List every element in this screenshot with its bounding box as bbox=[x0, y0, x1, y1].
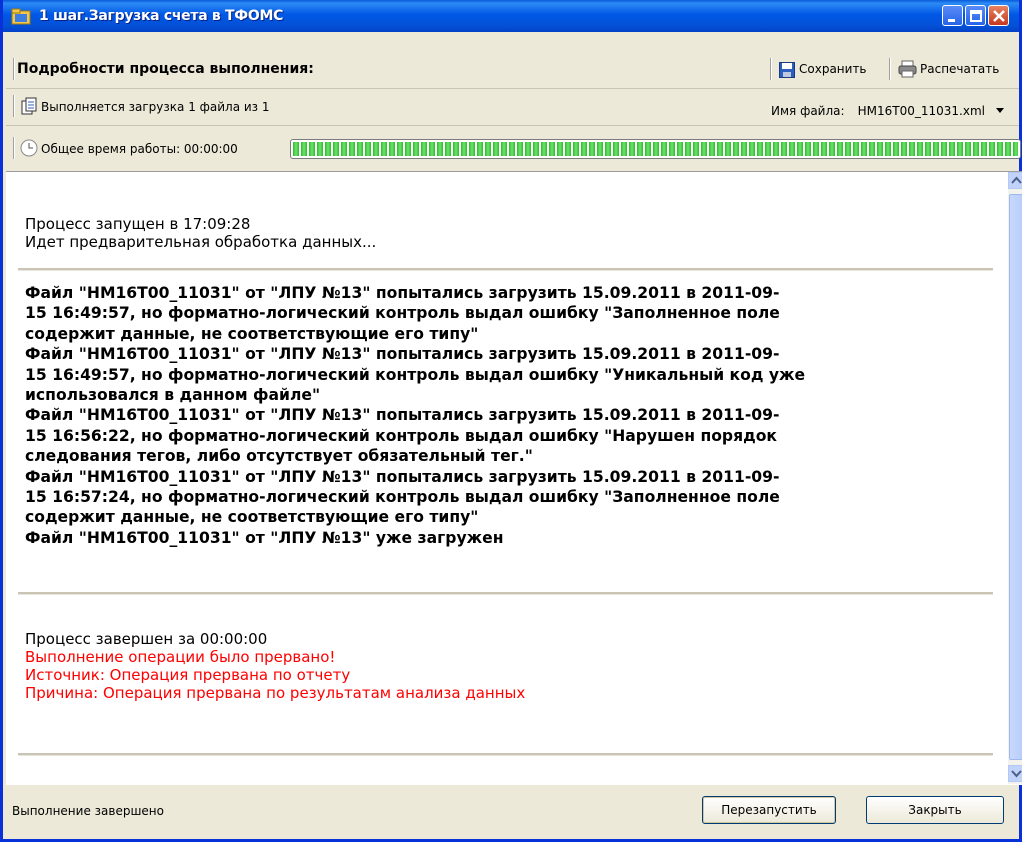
section-title: Подробности процесса выполнения: bbox=[17, 61, 314, 77]
dialog-window: 1 шаг.Загрузка счета в ТФОМС Подробности… bbox=[0, 0, 1022, 842]
close-window-button[interactable] bbox=[988, 5, 1009, 26]
divider bbox=[6, 88, 1019, 89]
floppy-disk-icon bbox=[779, 62, 795, 78]
toolbar-separator bbox=[770, 58, 772, 80]
log-error-line: содержит данные, не соответствующие его … bbox=[25, 508, 479, 527]
log-error-line: Файл "HM16T00_11031" от "ЛПУ №13" попыта… bbox=[25, 284, 780, 302]
maximize-button[interactable] bbox=[965, 5, 986, 26]
loading-status: Выполняется загрузка 1 файла из 1 bbox=[41, 100, 270, 114]
divider bbox=[6, 125, 1019, 126]
total-time: Общее время работы: 00:00:00 bbox=[41, 142, 238, 156]
log-line: Идет предварительная обработка данных... bbox=[25, 233, 377, 251]
log-error-line: следования тегов, либо отсутствует обяза… bbox=[25, 447, 533, 466]
file-name-label: Имя файла: bbox=[771, 104, 845, 118]
minimize-icon bbox=[948, 19, 955, 22]
log-separator bbox=[18, 592, 993, 595]
chevron-down-icon bbox=[1011, 770, 1022, 778]
close-icon bbox=[993, 10, 1005, 22]
save-label: Сохранить bbox=[799, 62, 867, 76]
log-error-line: Выполнение операции было прервано! bbox=[25, 648, 336, 666]
scrollbar-thumb[interactable] bbox=[1009, 194, 1022, 760]
restart-button[interactable]: Перезапустить bbox=[702, 796, 836, 824]
log-error-line: 15 16:56:22, но форматно-логический конт… bbox=[25, 426, 777, 445]
toolbar-separator bbox=[13, 95, 15, 117]
progress-fill bbox=[293, 142, 1018, 156]
log-line: Процесс запущен в 17:09:28 bbox=[25, 215, 251, 233]
progress-bar bbox=[290, 139, 1021, 159]
file-name-value: HM16T00_11031.xml bbox=[857, 104, 985, 118]
printer-icon bbox=[898, 60, 917, 78]
file-name-dropdown[interactable]: Имя файла: HM16T00_11031.xml bbox=[771, 100, 1005, 119]
clock-icon bbox=[20, 139, 38, 157]
log-error-line: Причина: Операция прервана по результата… bbox=[25, 684, 526, 702]
scroll-down-button[interactable] bbox=[1008, 765, 1022, 782]
window-app-icon bbox=[11, 8, 31, 25]
chevron-down-icon bbox=[996, 108, 1005, 113]
file-transfer-icon bbox=[21, 97, 37, 115]
log-error-line: 15 16:49:57, но форматно-логический конт… bbox=[25, 304, 780, 323]
log-error-line: Файл "HM16T00_11031" от "ЛПУ №13" уже за… bbox=[25, 528, 504, 547]
toolbar-separator bbox=[13, 137, 15, 159]
toolbar-separator bbox=[889, 58, 891, 80]
log-error-line: Файл "HM16T00_11031" от "ЛПУ №13" попыта… bbox=[25, 345, 780, 364]
log-errors-block: Файл "HM16T00_11031" от "ЛПУ №13" попыта… bbox=[25, 283, 1000, 548]
log-separator bbox=[18, 753, 993, 756]
log-line: Процесс завершен за 00:00:00 bbox=[25, 630, 268, 648]
close-button[interactable]: Закрыть bbox=[866, 796, 1004, 824]
log-separator bbox=[18, 268, 993, 271]
log-start-block: Процесс запущен в 17:09:28 Идет предвари… bbox=[25, 215, 1000, 251]
log-error-line: содержит данные, не соответствующие его … bbox=[25, 324, 479, 343]
log-error-line: Файл "HM16T00_11031" от "ЛПУ №13" попыта… bbox=[25, 467, 780, 486]
title-bar[interactable]: 1 шаг.Загрузка счета в ТФОМС bbox=[3, 0, 1019, 32]
maximize-icon bbox=[970, 10, 982, 22]
scroll-up-button[interactable] bbox=[1008, 172, 1022, 189]
print-label: Распечатать bbox=[920, 62, 1000, 76]
chevron-up-icon bbox=[1011, 176, 1022, 184]
footer-status: Выполнение завершено bbox=[12, 804, 164, 818]
log-error-line: Файл "HM16T00_11031" от "ЛПУ №13" попыта… bbox=[25, 406, 780, 425]
log-error-line: использовался в данном файле" bbox=[25, 386, 321, 405]
log-error-line: Источник: Операция прервана по отчету bbox=[25, 666, 351, 684]
toolbar-separator bbox=[13, 58, 15, 80]
window-title: 1 шаг.Загрузка счета в ТФОМС bbox=[39, 8, 284, 24]
log-finish-block: Процесс завершен за 00:00:00 Выполнение … bbox=[25, 630, 1000, 702]
log-error-line: 15 16:49:57, но форматно-логический конт… bbox=[25, 365, 806, 384]
minimize-button[interactable] bbox=[942, 5, 963, 26]
log-error-line: 15 16:57:24, но форматно-логический конт… bbox=[25, 488, 780, 507]
